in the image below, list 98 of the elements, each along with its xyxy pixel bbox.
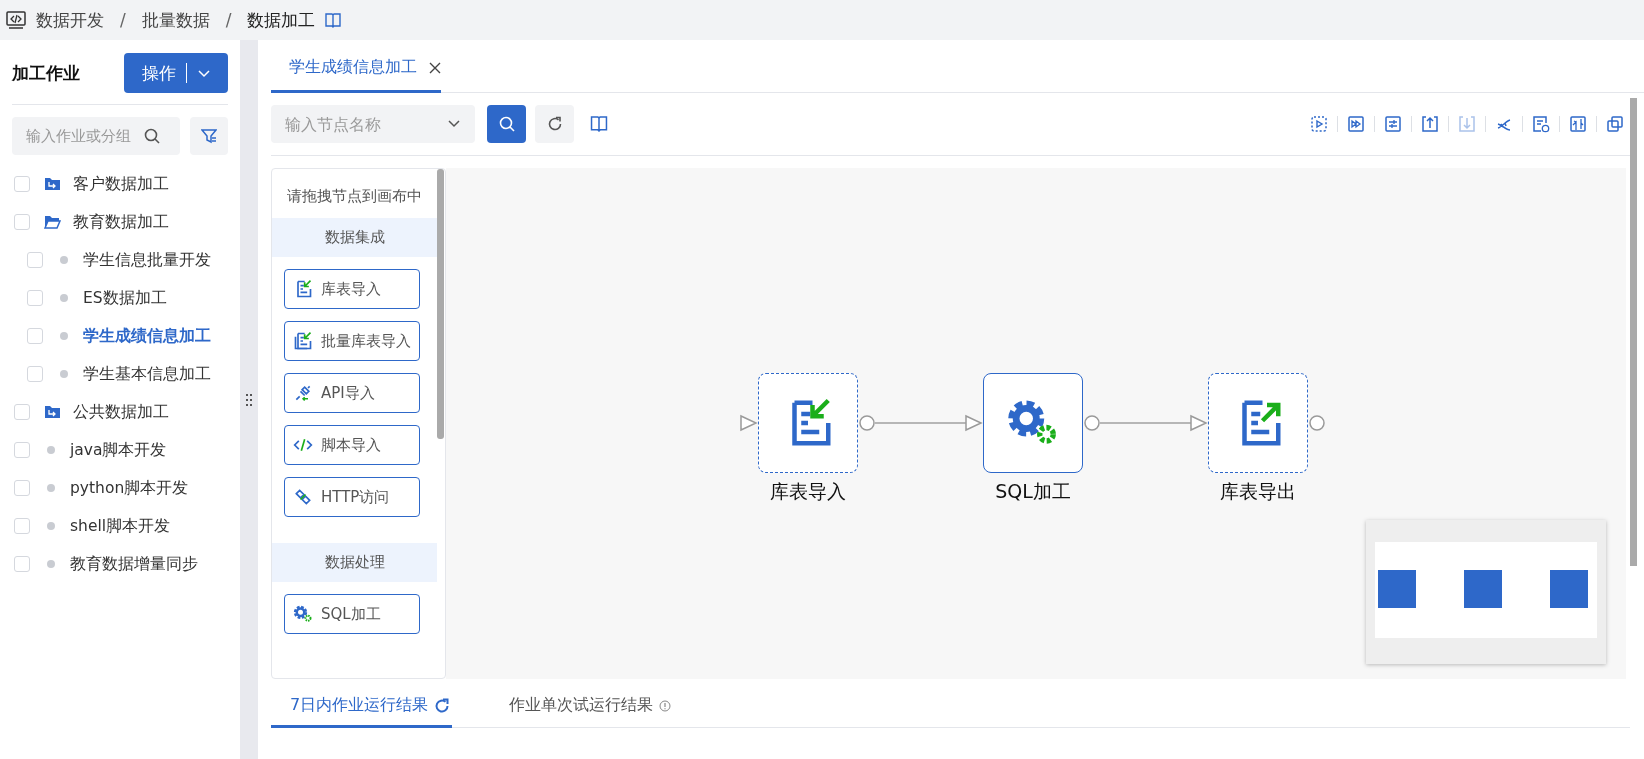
action-button[interactable]: 操作: [124, 53, 228, 93]
status-dot: [47, 484, 55, 492]
scrollbar[interactable]: [1630, 98, 1637, 566]
settings-button[interactable]: [1384, 115, 1402, 133]
checkbox[interactable]: [27, 252, 43, 268]
tree-item[interactable]: 学生基本信息加工: [83, 363, 211, 385]
refresh-icon: [546, 116, 563, 132]
checkbox[interactable]: [27, 366, 43, 382]
search-field[interactable]: 输入作业或分组: [12, 117, 180, 155]
upload-button[interactable]: [1421, 115, 1439, 133]
node-palette-item[interactable]: API导入: [284, 373, 420, 413]
caret-icon: [196, 68, 211, 78]
info-icon[interactable]: [659, 699, 672, 712]
drag-handle-icon[interactable]: [246, 393, 252, 406]
node-palette-item[interactable]: 批量库表导入: [284, 321, 420, 361]
node-name-input[interactable]: 输入节点名称: [285, 114, 435, 134]
breadcrumb-link[interactable]: 数据开发: [36, 8, 104, 32]
tree-item[interactable]: java脚本开发: [70, 439, 167, 461]
checkbox[interactable]: [14, 556, 30, 572]
tree-item[interactable]: 学生成绩信息加工: [83, 325, 211, 347]
node-palette-item[interactable]: 库表导入: [284, 269, 420, 309]
output-port-icon[interactable]: [859, 415, 875, 431]
scrollbar[interactable]: [437, 169, 444, 439]
supplement-button[interactable]: [1569, 115, 1587, 133]
status-dot: [47, 522, 55, 530]
node-label: 库表导入: [769, 479, 847, 504]
breadcrumb-separator: /: [120, 10, 126, 30]
status-dot: [47, 446, 55, 454]
hint-text: 请拖拽节点到画布中: [286, 186, 423, 207]
node-label: SQL加工: [994, 479, 1072, 504]
status-dot: [60, 294, 68, 302]
checkbox[interactable]: [14, 480, 30, 496]
minimap-node: [1550, 570, 1588, 608]
group-header: 数据处理: [272, 543, 437, 582]
table-import-icon: [293, 331, 313, 351]
book-icon[interactable]: [325, 12, 342, 28]
node-search-field[interactable]: 输入节点名称: [271, 105, 475, 143]
flow-node[interactable]: [983, 373, 1083, 473]
close-icon[interactable]: [429, 61, 441, 74]
checkbox[interactable]: [27, 290, 43, 306]
checkbox[interactable]: [27, 328, 43, 344]
search-button[interactable]: [487, 105, 526, 143]
node-label: 库表导出: [1219, 479, 1297, 504]
checkbox[interactable]: [14, 518, 30, 534]
tree-item[interactable]: ES数据加工: [83, 287, 167, 309]
search-icon: [498, 116, 515, 132]
flow-node[interactable]: [1208, 373, 1308, 473]
tree-item[interactable]: shell脚本开发: [70, 515, 171, 537]
input-port-icon[interactable]: [740, 414, 758, 432]
minimap-node: [1378, 570, 1416, 608]
minimap-node: [1464, 570, 1502, 608]
breadcrumb-link[interactable]: 批量数据: [141, 8, 210, 32]
refresh-button[interactable]: [535, 105, 574, 143]
book-icon[interactable]: [590, 116, 608, 132]
plug-icon: [293, 383, 313, 403]
node-palette-item[interactable]: 脚本导入: [284, 425, 420, 465]
breadcrumb-item: 数据加工: [247, 8, 316, 32]
tree-item[interactable]: python脚本开发: [70, 477, 189, 499]
refresh-icon[interactable]: [434, 697, 451, 714]
tree-item[interactable]: 教育数据加工: [73, 211, 169, 233]
copy-button[interactable]: [1606, 115, 1624, 133]
gears-icon: [293, 604, 313, 624]
tab[interactable]: 作业单次试运行结果: [490, 695, 674, 728]
tree-item[interactable]: 公共数据加工: [73, 401, 169, 423]
tree-item[interactable]: 教育数据增量同步: [70, 553, 198, 575]
run-selected-button[interactable]: [1310, 115, 1328, 133]
checkbox[interactable]: [14, 404, 30, 420]
input-port-icon[interactable]: [1190, 414, 1208, 432]
input-port-icon[interactable]: [965, 414, 983, 432]
chevron-down-icon: [447, 119, 461, 129]
search-icon: [144, 128, 160, 144]
tree-item[interactable]: 学生信息批量开发: [83, 249, 211, 271]
node-palette-item[interactable]: HTTP访问: [284, 477, 420, 517]
tab[interactable]: 学生成绩信息加工: [271, 57, 441, 93]
status-dot: [60, 332, 68, 340]
filter-icon: [201, 128, 217, 144]
checkbox[interactable]: [14, 176, 30, 192]
schedule-button[interactable]: [1532, 115, 1550, 133]
checkbox[interactable]: [14, 214, 30, 230]
link-icon: [293, 487, 313, 507]
status-dot: [60, 256, 68, 264]
output-port-icon[interactable]: [1309, 415, 1325, 431]
breadcrumb-separator: /: [225, 10, 232, 30]
minimap[interactable]: [1366, 520, 1606, 664]
output-port-icon[interactable]: [1084, 415, 1100, 431]
code-window-icon: [6, 11, 26, 29]
status-dot: [47, 560, 55, 568]
group-header: 数据集成: [272, 218, 437, 257]
tree-item[interactable]: 客户数据加工: [73, 173, 169, 195]
run-from-button[interactable]: [1347, 115, 1365, 133]
tab[interactable]: 7日内作业运行结果: [271, 695, 453, 728]
checkbox[interactable]: [14, 442, 30, 458]
filter-button[interactable]: [190, 117, 228, 155]
flow-node[interactable]: [758, 373, 858, 473]
search-input[interactable]: 输入作业或分组: [26, 127, 144, 145]
status-dot: [60, 370, 68, 378]
panel-title: 加工作业: [12, 61, 80, 85]
node-palette-item[interactable]: SQL加工: [284, 594, 420, 634]
